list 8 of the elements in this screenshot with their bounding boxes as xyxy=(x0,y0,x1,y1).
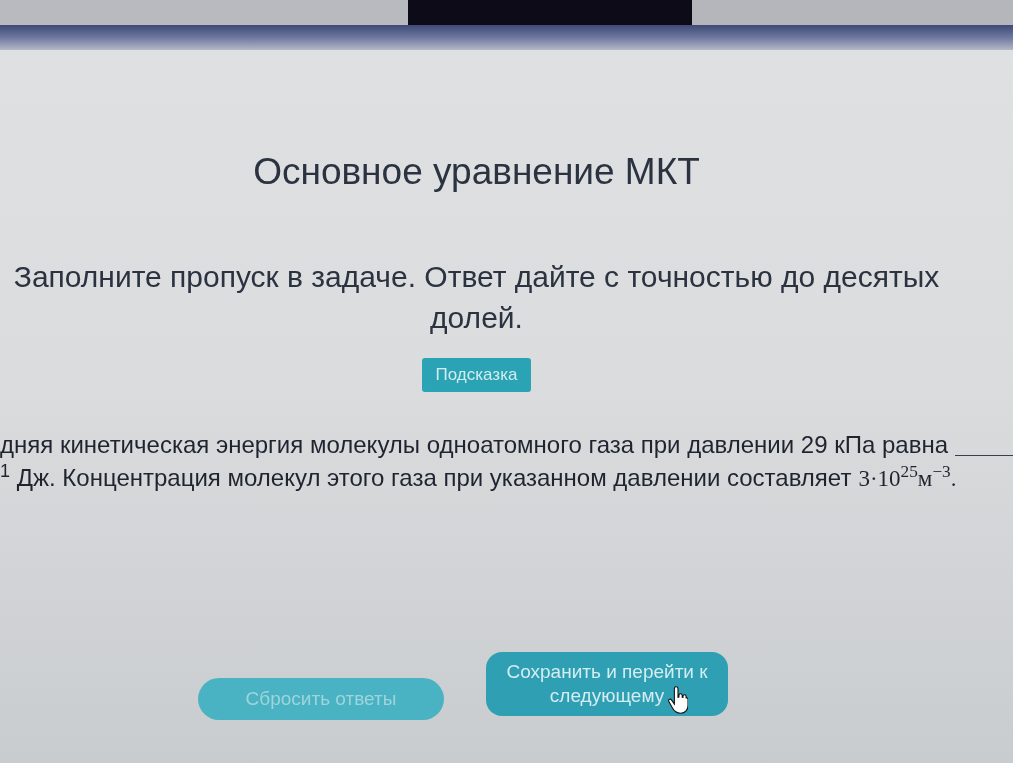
problem-text: $^{1}$ Дж. Концентрация молекул этого газа при указанном давлении составляет xyxy=(0,461,852,493)
save-next-button[interactable]: Сохранить и перейти к следующему xyxy=(486,652,728,716)
lesson-title: Основное уравнение МКТ xyxy=(253,150,700,194)
formula: 3·10$^{25}$м$^{−3}$. xyxy=(858,462,957,493)
hand-pointer-icon xyxy=(668,686,688,714)
problem-text: дняя кинетическая энергия молекулы одноатомного газа при давлении 29 кПа равна xyxy=(0,430,948,460)
instruction-text: Заполните пропуск в задаче. Ответ дайте с точностью до десятых долей. xyxy=(12,259,941,336)
hint-button[interactable]: Подсказка xyxy=(421,358,532,392)
